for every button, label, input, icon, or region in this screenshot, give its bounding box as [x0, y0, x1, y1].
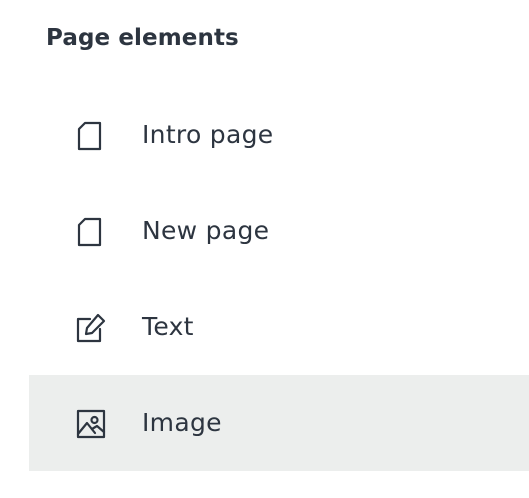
list-item-label: New page — [142, 216, 270, 245]
list-item-intro-page[interactable]: Intro page — [29, 87, 529, 183]
list-item-new-page[interactable]: New page — [29, 183, 529, 279]
list-item-label: Image — [142, 408, 222, 437]
edit-text-icon — [75, 312, 107, 344]
list-item-text[interactable]: Text — [29, 279, 529, 375]
page-elements-panel: Page elements Intro page New page Text I… — [0, 0, 529, 498]
page-icon — [75, 216, 107, 248]
page-icon — [75, 120, 107, 152]
image-icon — [75, 408, 107, 440]
list-item-label: Intro page — [142, 120, 274, 149]
page-elements-list: Intro page New page Text Image — [29, 87, 529, 471]
list-item-image[interactable]: Image — [29, 375, 529, 471]
list-item-label: Text — [142, 312, 194, 341]
section-title: Page elements — [46, 25, 239, 51]
